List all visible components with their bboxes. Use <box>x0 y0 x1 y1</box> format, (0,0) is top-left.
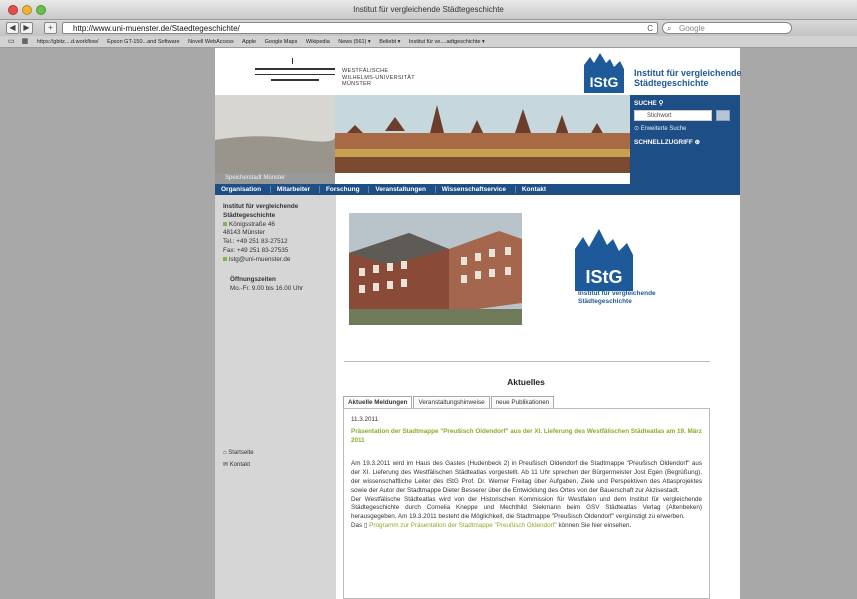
web-page: Westfälische Wilhelms-Universität Münste… <box>215 48 742 599</box>
nav-item-veranstaltungen[interactable]: Veranstaltungen <box>368 186 426 193</box>
program-link[interactable]: Programm zur Präsentation der Stadtmappe… <box>369 522 557 529</box>
tab-neue-publikationen[interactable]: neue Publikationen <box>490 396 555 408</box>
pdf-icon: ▯ <box>363 521 368 529</box>
news-panel: 11.3.2011 Präsentation der Stadtmappe "P… <box>343 408 710 599</box>
main-navigation: Organisation Mitarbeiter Forschung Veran… <box>215 184 740 195</box>
zoom-window-button[interactable] <box>36 5 46 15</box>
window-titlebar: Institut für vergleichende Städtegeschic… <box>0 0 857 20</box>
grid-icon[interactable]: ▦ <box>22 36 29 47</box>
nav-item-organisation[interactable]: Organisation <box>215 186 261 193</box>
book-icon[interactable]: ▭ <box>8 36 15 47</box>
university-logo[interactable] <box>255 58 335 88</box>
search-icon: ⚲ <box>658 100 664 107</box>
search-label: SUCHE ⚲ <box>634 100 664 107</box>
news-paragraph: Der Westfälische Städteatlas wird von de… <box>351 495 702 521</box>
news-paragraph: Am 19.3.2011 wird im Haus des Gastes (Hu… <box>351 460 702 494</box>
news-tabs: Aktuelle Meldungen Veranstaltungshinweise… <box>343 396 555 408</box>
browser-search-field[interactable]: ⌕ Google <box>662 22 792 34</box>
mail-icon <box>223 256 227 261</box>
bookmark-item[interactable]: https://gbitz....d.workflow/ <box>37 39 99 45</box>
section-title: Aktuelles <box>507 377 545 387</box>
bookmark-item[interactable]: Google Maps <box>265 39 298 45</box>
search-submit-button[interactable] <box>716 110 730 121</box>
nav-item-wissenschaftservice[interactable]: Wissenschaftservice <box>434 186 507 193</box>
nav-item-kontakt[interactable]: Kontakt <box>514 186 547 193</box>
quick-access-link[interactable]: SCHNELLZUGRIFF ⊕ <box>634 138 700 146</box>
forward-button[interactable]: ▶ <box>20 22 33 34</box>
url-text: http://www.uni-muenster.de/Staedtegeschi… <box>73 24 240 33</box>
reload-icon[interactable]: C <box>647 23 653 34</box>
site-search-input[interactable]: Stichwort <box>634 110 712 121</box>
sidebar-links: ⌂ Startseite ✉ Kontakt <box>223 447 254 471</box>
bookmark-item[interactable]: Wikipedia <box>306 39 330 45</box>
bookmark-item[interactable]: News (561) ▾ <box>338 39 370 45</box>
advanced-search-link[interactable]: ⊙ Erweiterte Suche <box>634 125 686 132</box>
bookmark-item[interactable]: Apple <box>242 39 256 45</box>
bookmark-item[interactable]: Beliebt ▾ <box>379 39 400 45</box>
bookmarks-bar: ▭ ▦ https://gbitz....d.workflow/ Epson GT… <box>0 36 857 48</box>
back-button[interactable]: ◀ <box>6 22 19 34</box>
istg-logo-icon[interactable]: IStG <box>580 51 628 93</box>
tab-veranstaltungshinweise[interactable]: Veranstaltungshinweise <box>413 396 490 408</box>
istg-logo-caption: Institut für vergleichende Städtegeschic… <box>578 290 656 305</box>
nav-item-mitarbeiter[interactable]: Mitarbeiter <box>269 186 311 193</box>
main-content: IStG Institut für vergleichende Städtege… <box>336 195 740 599</box>
bookmark-item[interactable]: Institut für ve....adtgeschichte ▾ <box>409 39 485 45</box>
tab-aktuelle-meldungen[interactable]: Aktuelle Meldungen <box>343 396 413 408</box>
istg-large-logo: IStG <box>575 229 633 291</box>
contact-icon: ✉ <box>223 462 229 468</box>
minimize-window-button[interactable] <box>22 5 32 15</box>
opening-hours: Öffnungszeiten Mo.-Fr. 9.00 bis 16.00 Uh… <box>230 276 304 292</box>
institute-building-photo <box>349 213 522 325</box>
close-window-button[interactable] <box>8 5 18 15</box>
university-header: Westfälische Wilhelms-Universität Münste… <box>215 48 630 95</box>
city-panorama-image <box>215 95 630 173</box>
kontakt-link[interactable]: ✉ Kontakt <box>223 459 254 471</box>
startseite-link[interactable]: ⌂ Startseite <box>223 447 254 459</box>
news-date: 11.3.2011 <box>351 416 379 423</box>
bookmark-item[interactable]: Epson GT-150...and Software <box>107 39 179 45</box>
svg-text:IStG: IStG <box>585 267 622 287</box>
svg-text:IStG: IStG <box>590 74 619 90</box>
news-headline-link[interactable]: Präsentation der Stadtmappe "Preußisch O… <box>351 428 702 446</box>
search-icon: ⌕ <box>667 24 672 33</box>
browser-search-placeholder: Google <box>679 24 705 33</box>
nav-item-forschung[interactable]: Forschung <box>318 186 360 193</box>
university-name[interactable]: Westfälische Wilhelms-Universität Münste… <box>342 68 415 88</box>
address-bar[interactable]: http://www.uni-muenster.de/Staedtegeschi… <box>62 22 658 34</box>
contact-block: Institut für vergleichende Städtegeschic… <box>223 203 299 265</box>
email-link[interactable]: istg@uni-muenster.de <box>223 256 298 265</box>
institute-header-panel: IStG Institut für vergleichende Städtege… <box>584 48 742 184</box>
institute-header-top: IStG Institut für vergleichende Städtege… <box>584 48 742 95</box>
window-title: Institut für vergleichende Städtegeschic… <box>353 5 504 14</box>
home-icon: ⌂ <box>223 450 227 456</box>
left-sidebar: Institut für vergleichende Städtegeschic… <box>215 195 336 599</box>
address-icon <box>223 221 227 226</box>
panorama-caption: Speicherstadt Münster <box>215 173 335 184</box>
news-paragraph: Das ▯ Programm zur Präsentation der Stad… <box>351 521 632 529</box>
browser-toolbar: ◀ ▶ + http://www.uni-muenster.de/Staedte… <box>0 20 857 36</box>
bookmark-item[interactable]: Novell WebAccess <box>188 39 234 45</box>
institute-title[interactable]: Institut für vergleichende Städtegeschic… <box>634 68 744 88</box>
content-divider <box>344 361 710 362</box>
add-bookmark-button[interactable]: + <box>44 22 57 34</box>
